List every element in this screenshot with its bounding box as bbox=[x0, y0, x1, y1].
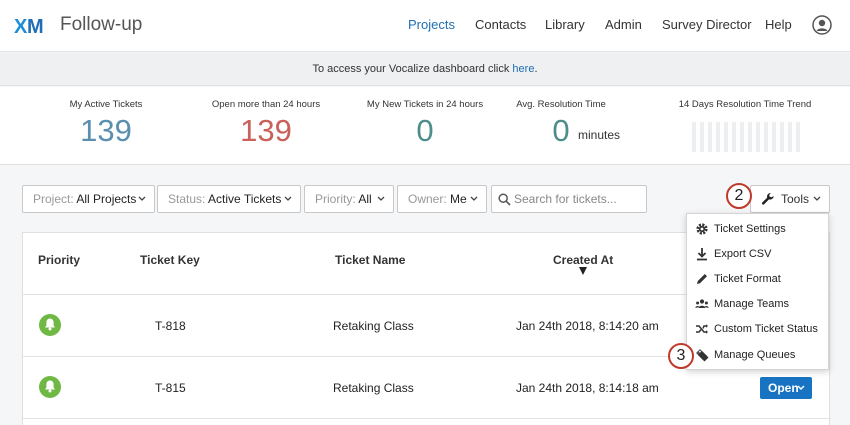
owner-filter-dropdown[interactable]: Owner: Me bbox=[397, 185, 487, 213]
filter-key: Project: bbox=[33, 192, 74, 206]
gear-icon bbox=[696, 223, 708, 235]
chevron-down-icon bbox=[138, 196, 146, 201]
filter-value: Me bbox=[450, 192, 467, 206]
stat-label: My New Tickets in 24 hours bbox=[366, 99, 484, 110]
banner-period: . bbox=[534, 63, 538, 75]
menu-item-label: Manage Queues bbox=[714, 349, 796, 361]
nav-survey-director[interactable]: Survey Director bbox=[662, 17, 752, 32]
filter-key: Owner: bbox=[408, 192, 447, 206]
status-filter-dropdown[interactable]: Status: Active Tickets bbox=[157, 185, 301, 213]
search-icon bbox=[498, 193, 511, 206]
ticket-name-cell[interactable]: Retaking Class bbox=[333, 319, 414, 333]
chevron-down-icon bbox=[813, 196, 821, 201]
priority-bell-icon bbox=[39, 376, 61, 398]
chevron-down-icon bbox=[377, 196, 385, 201]
xm-logo[interactable]: X M bbox=[14, 12, 50, 40]
column-header-created-at[interactable]: Created At bbox=[553, 253, 613, 267]
follow-up-page: X M Follow-up Projects Contacts Library … bbox=[0, 0, 850, 425]
wrench-icon bbox=[761, 193, 774, 205]
priority-filter-dropdown[interactable]: Priority: All bbox=[304, 185, 394, 213]
ticket-status-open-button[interactable]: Open bbox=[760, 377, 812, 399]
shuffle-icon bbox=[696, 324, 708, 334]
menu-item-label: Manage Teams bbox=[714, 298, 790, 310]
created-at-cell: Jan 24th 2018, 8:14:20 am bbox=[516, 319, 659, 333]
banner-text: To access your Vocalize dashboard click bbox=[312, 63, 510, 75]
chevron-down-icon bbox=[470, 196, 478, 201]
menu-item-label: Ticket Format bbox=[714, 273, 781, 285]
column-header-ticket-name[interactable]: Ticket Name bbox=[335, 253, 405, 267]
menu-item-label: Ticket Settings bbox=[714, 223, 786, 235]
chevron-down-icon bbox=[284, 196, 292, 201]
banner-here-link[interactable]: here bbox=[512, 63, 534, 75]
vocalize-banner: To access your Vocalize dashboard click … bbox=[0, 53, 850, 86]
filter-value: Active Tickets bbox=[208, 192, 282, 206]
filter-value: All Projects bbox=[76, 192, 137, 206]
menu-item-ticket-settings[interactable]: Ticket Settings bbox=[687, 217, 830, 242]
menu-item-ticket-format[interactable]: Ticket Format bbox=[687, 267, 830, 292]
chevron-down-icon bbox=[797, 385, 805, 390]
column-header-priority[interactable]: Priority bbox=[38, 253, 80, 267]
nav-library[interactable]: Library bbox=[545, 17, 585, 32]
stat-unit-minutes: minutes bbox=[578, 128, 621, 142]
download-icon bbox=[697, 248, 707, 261]
teams-icon bbox=[695, 299, 709, 308]
tools-dropdown-menu: Ticket Settings Export CSV Ticket Format bbox=[686, 213, 829, 370]
row-divider bbox=[23, 418, 831, 419]
filter-key: Priority: bbox=[315, 192, 356, 206]
menu-item-manage-teams[interactable]: Manage Teams bbox=[687, 292, 830, 317]
created-at-cell: Jan 24th 2018, 8:14:18 am bbox=[516, 381, 659, 395]
filter-value: All bbox=[358, 192, 372, 206]
svg-text:M: M bbox=[27, 16, 44, 38]
step-marker-3: 3 bbox=[668, 343, 694, 369]
stats-bar: My Active Tickets 139 Open more than 24 … bbox=[0, 87, 850, 165]
menu-item-custom-ticket-status[interactable]: Custom Ticket Status bbox=[687, 317, 830, 342]
filter-key: Status: bbox=[168, 192, 206, 206]
tags-icon bbox=[696, 349, 709, 362]
nav-contacts[interactable]: Contacts bbox=[475, 17, 526, 32]
stat-label: Avg. Resolution Time bbox=[516, 99, 606, 110]
menu-item-export-csv[interactable]: Export CSV bbox=[687, 242, 830, 267]
column-header-ticket-key[interactable]: Ticket Key bbox=[140, 253, 200, 267]
nav-projects[interactable]: Projects bbox=[408, 17, 455, 32]
menu-item-label: Custom Ticket Status bbox=[714, 323, 818, 335]
tools-button[interactable]: Tools bbox=[750, 185, 830, 213]
app-title: Follow-up bbox=[60, 14, 143, 35]
nav-admin[interactable]: Admin bbox=[605, 17, 642, 32]
menu-item-manage-queues[interactable]: Manage Queues bbox=[687, 343, 830, 368]
priority-bell-icon bbox=[39, 314, 61, 336]
nav-help[interactable]: Help bbox=[765, 17, 792, 32]
svg-text:X: X bbox=[14, 16, 28, 38]
project-filter-dropdown[interactable]: Project: All Projects bbox=[22, 185, 155, 213]
stat-label: My Active Tickets bbox=[69, 99, 143, 110]
step-marker-2: 2 bbox=[726, 183, 752, 209]
stat-value: 139 bbox=[240, 113, 292, 148]
ticket-key-cell[interactable]: T-818 bbox=[155, 319, 186, 333]
tools-label: Tools bbox=[781, 192, 810, 206]
trend-sparkline bbox=[692, 122, 800, 152]
search-input[interactable] bbox=[514, 190, 642, 208]
stat-value: 139 bbox=[80, 113, 132, 148]
top-header: X M Follow-up Projects Contacts Library … bbox=[0, 0, 850, 52]
stat-label: Open more than 24 hours bbox=[211, 99, 321, 110]
status-label: Open bbox=[768, 381, 799, 395]
menu-item-label: Export CSV bbox=[714, 248, 772, 260]
stat-value: 0 bbox=[416, 113, 434, 148]
user-account-icon[interactable] bbox=[812, 15, 832, 35]
sort-descending-icon[interactable] bbox=[579, 267, 587, 275]
stat-label: 14 Days Resolution Time Trend bbox=[678, 99, 812, 110]
pencil-icon bbox=[697, 274, 707, 284]
ticket-key-cell[interactable]: T-815 bbox=[155, 381, 186, 395]
ticket-search-box[interactable] bbox=[491, 185, 647, 213]
ticket-name-cell[interactable]: Retaking Class bbox=[333, 381, 414, 395]
